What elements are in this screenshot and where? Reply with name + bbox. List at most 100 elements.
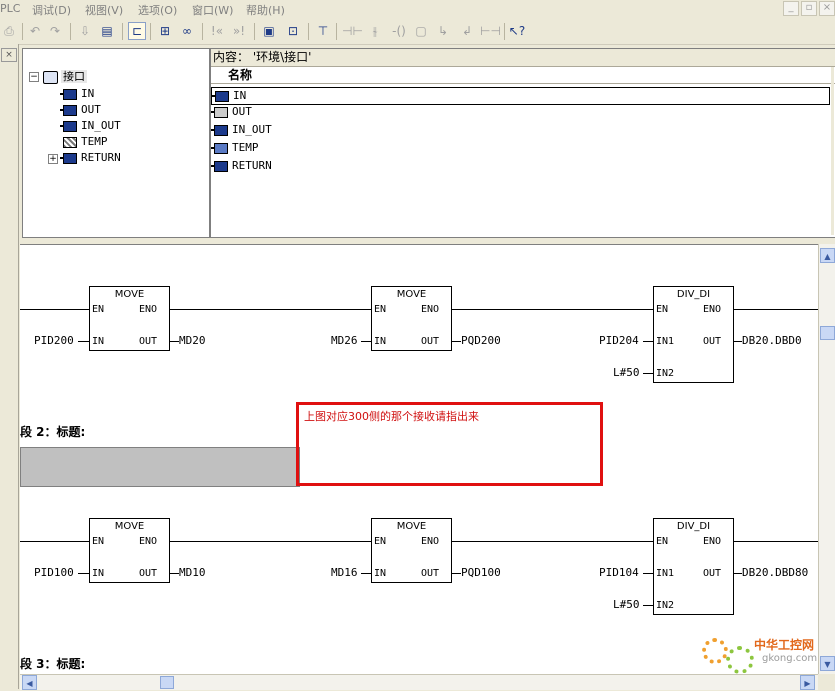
tree-item-in-out[interactable]: IN_OUT <box>60 118 121 133</box>
block-download-icon[interactable]: ⇩ <box>76 22 94 40</box>
interface-param-icon <box>60 120 77 132</box>
operand-input2[interactable]: L#50 <box>613 598 640 611</box>
connection-icon[interactable]: ⊢⊣ <box>480 22 501 40</box>
operand-output[interactable]: PQD100 <box>461 566 501 579</box>
tree-item-in[interactable]: IN <box>60 86 94 101</box>
list-item[interactable]: OUT <box>211 104 831 120</box>
scroll-right-icon[interactable]: ▶ <box>800 675 815 690</box>
segment-2-title[interactable]: 段 2：标题: <box>20 423 85 440</box>
interface-param-icon <box>60 152 77 164</box>
expand-icon[interactable]: + <box>48 154 58 164</box>
toolbar-separator <box>70 23 71 40</box>
prev-network-icon[interactable]: !« <box>208 22 226 40</box>
content-title: 内容： '环境\接口' <box>211 49 835 67</box>
operand-output[interactable]: PQD200 <box>461 334 501 347</box>
ladder-editor[interactable]: MOVE EN ENO IN OUT PID200 MD20 MOVE EN E… <box>20 244 818 675</box>
menu-help[interactable]: 帮助(H) <box>246 2 285 18</box>
context-help-icon[interactable]: ↖? <box>508 22 526 40</box>
segment-comment-bar[interactable] <box>20 447 300 487</box>
operand-input1[interactable]: PID204 <box>599 334 639 347</box>
pin-in2: IN2 <box>656 600 675 611</box>
operand-input2[interactable]: L#50 <box>613 366 640 379</box>
collapse-icon[interactable]: − <box>29 72 39 82</box>
operand-input[interactable]: MD26 <box>331 334 358 347</box>
new-network-icon[interactable]: ⊤ <box>314 22 332 40</box>
interface-param-icon <box>211 106 228 118</box>
scroll-up-icon[interactable]: ▲ <box>820 248 835 263</box>
interface-param-icon <box>211 160 228 172</box>
redo-icon[interactable]: ↷ <box>46 22 64 40</box>
gkong-watermark: 中华工控网 gkong.com <box>702 632 832 674</box>
move-block[interactable]: MOVE EN ENO IN OUT <box>371 518 452 583</box>
scroll-thumb[interactable] <box>160 676 174 689</box>
close-branch-icon[interactable]: ↲ <box>458 22 476 40</box>
column-header-name[interactable]: 名称 <box>211 68 835 84</box>
zoom-window-icon[interactable]: ⊡ <box>284 22 302 40</box>
block-type: MOVE <box>396 521 427 532</box>
menu-window[interactable]: 窗口(W) <box>192 2 233 18</box>
tree-item-return[interactable]: RETURN <box>60 150 121 165</box>
operand-input[interactable]: PID200 <box>34 334 74 347</box>
print-icon[interactable]: ⎙ <box>0 22 18 40</box>
operand-output[interactable]: DB20.DBD80 <box>742 566 808 579</box>
tree-item-out[interactable]: OUT <box>60 102 101 117</box>
horizontal-scrollbar[interactable]: ◀ ▶ <box>20 674 818 690</box>
wire <box>452 341 461 342</box>
close-panel-icon[interactable]: × <box>1 48 17 62</box>
operand-input[interactable]: MD16 <box>331 566 358 579</box>
move-block[interactable]: MOVE EN ENO IN OUT <box>89 286 170 351</box>
menu-view[interactable]: 视图(V) <box>85 2 123 18</box>
operand-input[interactable]: PID100 <box>34 566 74 579</box>
window-layout-icon[interactable]: ▣ <box>260 22 278 40</box>
operand-output[interactable]: MD20 <box>179 334 206 347</box>
move-block[interactable]: MOVE EN ENO IN OUT <box>371 286 452 351</box>
div-di-block[interactable]: DIV_DI EN ENO IN1 OUT IN2 <box>653 286 734 383</box>
menu-plc[interactable]: PLC <box>0 2 20 15</box>
tree-root-label: 接口 <box>61 70 87 83</box>
toolbar: ⎙ ↶ ↷ ⇩ ▤ ⊏ ⊞ ∞ !« »! ▣ ⊡ ⊤ ⊣⊢ ⫳ -() ▢ ↳… <box>0 19 835 45</box>
menu-debug[interactable]: 调试(D) <box>32 2 71 18</box>
normally-open-contact-icon[interactable]: ⊣⊢ <box>342 22 363 40</box>
next-network-icon[interactable]: »! <box>230 22 248 40</box>
list-item[interactable]: RETURN <box>211 158 831 174</box>
menu-options[interactable]: 选项(O) <box>138 2 177 18</box>
annotation-box: 上图对应300侧的那个接收请指出来 <box>296 402 603 486</box>
operand-input1[interactable]: PID104 <box>599 566 639 579</box>
move-block[interactable]: MOVE EN ENO IN OUT <box>89 518 170 583</box>
segment-3-title[interactable]: 段 3：标题: <box>20 655 85 672</box>
empty-box-icon[interactable]: ▢ <box>412 22 430 40</box>
tree-item-interface[interactable]: 接口 <box>43 69 87 84</box>
scroll-left-icon[interactable]: ◀ <box>22 675 37 690</box>
div-di-block[interactable]: DIV_DI EN ENO IN1 OUT IN2 <box>653 518 734 615</box>
close-icon[interactable]: × <box>819 1 835 16</box>
toolbar-separator <box>336 23 337 40</box>
operand-output[interactable]: DB20.DBD0 <box>742 334 802 347</box>
list-item-label: IN <box>233 89 247 102</box>
watermark-name: 中华工控网 <box>754 638 815 652</box>
minimize-icon[interactable]: _ <box>783 1 799 16</box>
list-item[interactable]: IN_OUT <box>211 122 831 138</box>
monitor-icon[interactable]: ▤ <box>98 22 116 40</box>
tree-item-temp[interactable]: TEMP <box>63 134 108 149</box>
scroll-thumb[interactable] <box>820 326 835 340</box>
toolbar-separator <box>202 23 203 40</box>
coil-icon[interactable]: -() <box>390 22 408 40</box>
restore-icon[interactable]: ▫ <box>801 1 817 16</box>
pin-in: IN <box>92 336 105 347</box>
normally-closed-contact-icon[interactable]: ⫳ <box>366 22 384 40</box>
list-item[interactable]: IN <box>211 87 830 105</box>
glasses-icon[interactable]: ∞ <box>178 22 196 40</box>
pin-en: EN <box>656 536 669 547</box>
overview-toggle-icon[interactable]: ⊏ <box>128 22 146 40</box>
temp-param-icon <box>63 136 77 148</box>
network-icon[interactable]: ⊞ <box>156 22 174 40</box>
pin-out: OUT <box>420 568 439 579</box>
undo-icon[interactable]: ↶ <box>26 22 44 40</box>
pin-in1: IN1 <box>656 568 675 579</box>
interface-param-icon <box>211 124 228 136</box>
list-item[interactable]: TEMP <box>211 140 831 156</box>
operand-output[interactable]: MD10 <box>179 566 206 579</box>
open-branch-icon[interactable]: ↳ <box>434 22 452 40</box>
list-item-label: TEMP <box>232 141 259 154</box>
vertical-scrollbar[interactable]: ▲ ▼ <box>818 244 835 674</box>
